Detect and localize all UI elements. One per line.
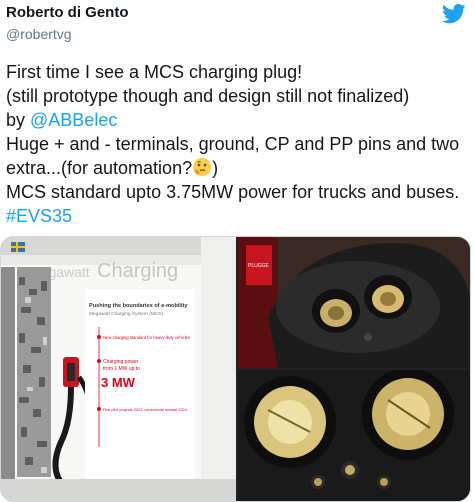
tweet-header: Roberto di Gento @robertvg: [6, 3, 468, 43]
panel-bullet-pilot: First pilot projects 2023, commercial re…: [103, 408, 187, 412]
by-text: by: [6, 110, 31, 130]
tweet-line: MCS standard upto 3.75MW power for truck…: [6, 180, 468, 228]
hashtag-link[interactable]: #EVS35: [6, 206, 72, 226]
tweet-media-grid: Megawatt Charging Pushing the boundaries…: [0, 236, 471, 502]
plug-badge: PLUGGE: [248, 263, 270, 269]
tweet-line-text: MCS standard upto 3.75MW power for truck…: [6, 182, 460, 202]
tweet-text: First time I see a MCS charging plug! (s…: [6, 60, 468, 228]
pins-closeup-photo[interactable]: [238, 370, 470, 501]
thinking-face-emoji: [192, 157, 212, 177]
panel-bullet-power: Charging power: [103, 359, 139, 365]
panel-big-value: 3 MW: [101, 375, 136, 390]
mention-link[interactable]: @ABBelec: [30, 110, 117, 130]
tweet-line: (still prototype though and design still…: [6, 86, 410, 106]
panel-heading: Pushing the boundaries of e-mobility: [89, 303, 188, 309]
booth-photo[interactable]: Megawatt Charging Pushing the boundaries…: [1, 237, 236, 501]
tweet-line-text: Huge + and - terminals, ground, CP and P…: [6, 134, 460, 178]
author-name[interactable]: Roberto di Gento: [6, 4, 129, 21]
tweet-line: Huge + and - terminals, ground, CP and P…: [6, 132, 468, 180]
author-handle[interactable]: @robertvg: [6, 26, 72, 42]
panel-bullet-power-range: from 1 MW up to: [103, 366, 140, 372]
tweet-line-suffix: ): [212, 158, 219, 178]
tweet-line: by @ABBelec: [6, 108, 468, 132]
booth-title: Charging: [97, 260, 178, 282]
tweet-line: First time I see a MCS charging plug!: [6, 62, 303, 82]
twitter-bird-icon[interactable]: [441, 3, 466, 25]
plug-closeup-photo[interactable]: PLUGGE: [238, 237, 470, 368]
panel-bullet-standard: New charging standard for heavy-duty veh…: [103, 335, 190, 340]
panel-subheading: Megawatt Charging System (MCS): [89, 311, 164, 317]
